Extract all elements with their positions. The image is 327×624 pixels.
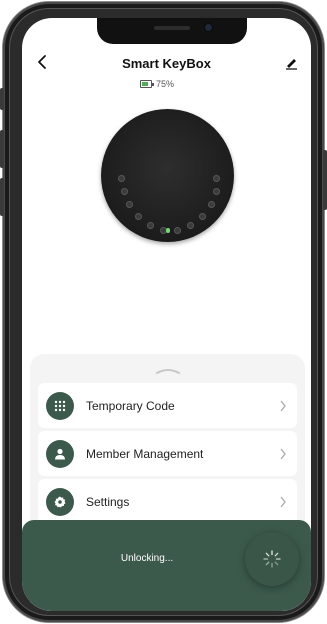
keypad-button bbox=[187, 222, 194, 229]
gear-icon bbox=[54, 496, 66, 507]
pencil-icon bbox=[286, 59, 297, 70]
menu-item-settings[interactable]: Settings bbox=[38, 479, 297, 524]
unlocking-toast: Unlocking... bbox=[22, 520, 311, 611]
keypad-icon bbox=[54, 400, 66, 411]
keypad-button bbox=[135, 213, 142, 220]
keypad-button bbox=[174, 227, 181, 234]
keypad-button bbox=[118, 175, 125, 182]
sheet-handle[interactable] bbox=[155, 362, 181, 374]
battery-percentage: 75% bbox=[156, 79, 175, 89]
menu-icon-circle bbox=[46, 439, 74, 468]
battery-indicator: 75% bbox=[140, 78, 174, 90]
power-button bbox=[323, 150, 327, 210]
chevron-up-icon bbox=[156, 369, 180, 374]
mute-switch bbox=[0, 88, 4, 110]
unlock-button[interactable] bbox=[245, 532, 299, 586]
menu-item-label: Temporary Code bbox=[86, 398, 175, 413]
toast-message: Unlocking... bbox=[120, 553, 174, 564]
speaker-grille bbox=[154, 26, 190, 30]
keypad-button bbox=[199, 213, 206, 220]
keypad-button bbox=[213, 175, 220, 182]
menu-icon-circle bbox=[46, 391, 74, 420]
menu-item-member-management[interactable]: Member Management bbox=[38, 431, 297, 476]
edit-button[interactable] bbox=[283, 56, 299, 70]
notch bbox=[97, 18, 247, 44]
battery-level-fill bbox=[142, 82, 148, 86]
keypad-button bbox=[147, 222, 154, 229]
volume-up-button bbox=[0, 130, 4, 168]
menu-item-temporary-code[interactable]: Temporary Code bbox=[38, 383, 297, 428]
keybox-device-image bbox=[101, 109, 234, 242]
status-led bbox=[166, 228, 170, 233]
keypad-button bbox=[208, 201, 215, 208]
front-camera bbox=[205, 24, 212, 31]
spinner-icon bbox=[263, 550, 281, 568]
chevron-right-icon bbox=[280, 400, 286, 411]
keypad-button bbox=[213, 188, 220, 195]
page-title: Smart KeyBox bbox=[122, 56, 211, 71]
menu-item-label: Member Management bbox=[86, 446, 204, 461]
battery-icon bbox=[140, 80, 154, 88]
keypad-button bbox=[126, 201, 133, 208]
phone-frame: Smart KeyBox 75% Temporary Code Member M… bbox=[0, 2, 327, 622]
chevron-right-icon bbox=[280, 448, 286, 459]
person-icon bbox=[55, 448, 65, 459]
keypad-button bbox=[121, 188, 128, 195]
app-screen: Smart KeyBox 75% Temporary Code Member M… bbox=[22, 18, 311, 611]
volume-down-button bbox=[0, 178, 4, 216]
menu-icon-circle bbox=[46, 487, 74, 516]
battery-tip bbox=[152, 83, 154, 86]
menu-item-label: Settings bbox=[86, 494, 130, 509]
chevron-right-icon bbox=[280, 496, 286, 507]
